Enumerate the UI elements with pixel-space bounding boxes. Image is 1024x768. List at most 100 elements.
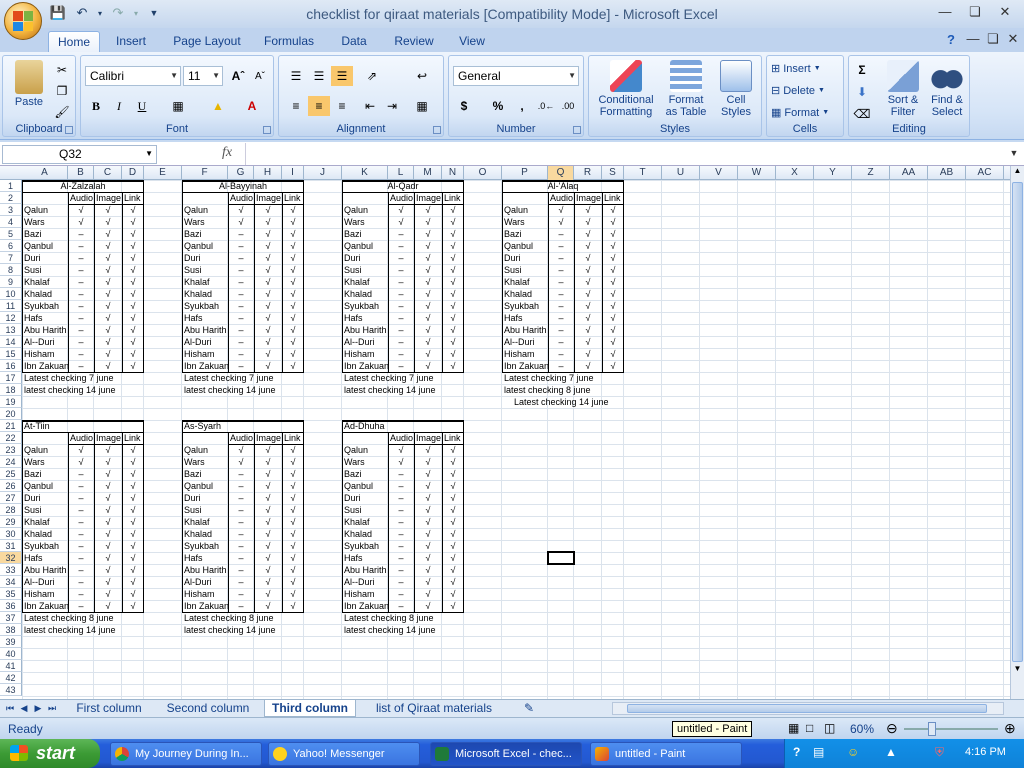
row-header[interactable]: 5 bbox=[0, 228, 22, 240]
audio-mark[interactable]: – bbox=[388, 360, 414, 372]
audio-mark[interactable]: √ bbox=[228, 216, 254, 228]
image-mark[interactable]: √ bbox=[414, 204, 442, 216]
audio-mark[interactable]: – bbox=[388, 552, 414, 564]
reciter-name[interactable]: Khalad bbox=[22, 528, 68, 540]
image-mark[interactable]: √ bbox=[414, 216, 442, 228]
row-header[interactable]: 29 bbox=[0, 516, 22, 528]
format-as-table-button[interactable]: Format as Table bbox=[661, 60, 711, 118]
hscroll-thumb[interactable] bbox=[627, 704, 987, 713]
reciter-name[interactable]: Wars bbox=[182, 216, 228, 228]
reciter-name[interactable]: Abu Harith bbox=[22, 564, 68, 576]
reciter-name[interactable]: Qalun bbox=[22, 444, 68, 456]
reciter-name[interactable]: Duri bbox=[22, 252, 68, 264]
expand-formula-icon[interactable]: ▼ bbox=[1006, 145, 1022, 163]
audio-mark[interactable]: – bbox=[228, 240, 254, 252]
link-mark[interactable]: √ bbox=[122, 324, 144, 336]
reciter-name[interactable]: Susi bbox=[502, 264, 548, 276]
reciter-name[interactable]: Abu Harith bbox=[22, 324, 68, 336]
audio-mark[interactable]: √ bbox=[68, 216, 94, 228]
column-header-R[interactable]: R bbox=[574, 166, 602, 180]
reciter-name[interactable]: Duri bbox=[182, 252, 228, 264]
row-header[interactable]: 37 bbox=[0, 612, 22, 624]
row-header[interactable]: 19 bbox=[0, 396, 22, 408]
audio-mark[interactable]: – bbox=[388, 492, 414, 504]
image-mark[interactable]: √ bbox=[414, 276, 442, 288]
audio-mark[interactable]: – bbox=[68, 564, 94, 576]
image-mark[interactable]: √ bbox=[94, 276, 122, 288]
reciter-name[interactable]: Khalad bbox=[342, 288, 388, 300]
next-sheet-nav-icon[interactable]: ▶ bbox=[32, 700, 44, 717]
italic-button[interactable]: I bbox=[108, 96, 130, 116]
image-mark[interactable]: √ bbox=[414, 288, 442, 300]
audio-mark[interactable]: – bbox=[388, 240, 414, 252]
link-mark[interactable]: √ bbox=[442, 360, 464, 372]
column-header-O[interactable]: O bbox=[464, 166, 502, 180]
row-header[interactable]: 12 bbox=[0, 312, 22, 324]
conditional-formatting-button[interactable]: Conditional Formatting bbox=[593, 60, 659, 118]
fill-color-icon[interactable]: ▲ bbox=[207, 96, 229, 116]
reciter-name[interactable]: Qanbul bbox=[182, 480, 228, 492]
restore-icon[interactable]: ❏ bbox=[960, 4, 990, 22]
link-mark[interactable]: √ bbox=[442, 468, 464, 480]
zoom-slider-thumb[interactable] bbox=[928, 722, 936, 736]
link-mark[interactable]: √ bbox=[602, 264, 624, 276]
audio-mark[interactable]: √ bbox=[68, 444, 94, 456]
image-mark[interactable]: √ bbox=[94, 204, 122, 216]
row-header[interactable]: 33 bbox=[0, 564, 22, 576]
image-mark[interactable]: √ bbox=[254, 564, 282, 576]
column-header-Z[interactable]: Z bbox=[852, 166, 890, 180]
audio-mark[interactable]: – bbox=[228, 504, 254, 516]
tab-insert[interactable]: Insert bbox=[108, 31, 154, 52]
audio-mark[interactable]: – bbox=[68, 324, 94, 336]
link-mark[interactable]: √ bbox=[442, 540, 464, 552]
image-mark[interactable]: √ bbox=[574, 252, 602, 264]
link-mark[interactable]: √ bbox=[602, 300, 624, 312]
audio-mark[interactable]: – bbox=[228, 360, 254, 372]
audio-mark[interactable]: – bbox=[548, 312, 574, 324]
column-header-I[interactable]: I bbox=[282, 166, 304, 180]
font-size-combo[interactable]: 11 ▼ bbox=[183, 66, 223, 86]
column-header-G[interactable]: G bbox=[228, 166, 254, 180]
row-header[interactable]: 31 bbox=[0, 540, 22, 552]
first-sheet-nav-icon[interactable]: ⏮ bbox=[4, 700, 16, 717]
link-mark[interactable]: √ bbox=[282, 360, 304, 372]
row-header[interactable]: 35 bbox=[0, 588, 22, 600]
audio-mark[interactable]: – bbox=[228, 348, 254, 360]
image-mark[interactable]: √ bbox=[254, 516, 282, 528]
image-mark[interactable]: √ bbox=[94, 528, 122, 540]
audio-mark[interactable]: – bbox=[228, 588, 254, 600]
checking-note[interactable]: latest checking 14 june bbox=[342, 624, 548, 636]
column-header-J[interactable]: J bbox=[304, 166, 342, 180]
column-header-F[interactable]: F bbox=[182, 166, 228, 180]
image-mark[interactable]: √ bbox=[94, 444, 122, 456]
link-mark[interactable]: √ bbox=[122, 540, 144, 552]
reciter-name[interactable]: Khalaf bbox=[502, 276, 548, 288]
audio-mark[interactable]: – bbox=[68, 336, 94, 348]
checking-note[interactable]: Latest checking 8 june bbox=[342, 612, 548, 624]
audio-mark[interactable]: – bbox=[388, 576, 414, 588]
column-header-B[interactable]: B bbox=[68, 166, 94, 180]
column-header-K[interactable]: K bbox=[342, 166, 388, 180]
reciter-name[interactable]: Syukbah bbox=[342, 300, 388, 312]
audio-mark[interactable]: – bbox=[388, 528, 414, 540]
normal-view-icon[interactable]: ▦ bbox=[788, 721, 799, 735]
workbook-close-icon[interactable]: ✕ bbox=[998, 31, 1024, 49]
row-header[interactable]: 20 bbox=[0, 408, 22, 420]
align-middle-icon[interactable]: ☰ bbox=[308, 66, 330, 86]
image-mark[interactable]: √ bbox=[414, 348, 442, 360]
reciter-name[interactable]: Qanbul bbox=[22, 240, 68, 252]
audio-mark[interactable]: – bbox=[228, 516, 254, 528]
reciter-name[interactable]: Wars bbox=[22, 216, 68, 228]
column-header-U[interactable]: U bbox=[662, 166, 700, 180]
link-mark[interactable]: √ bbox=[282, 276, 304, 288]
image-mark[interactable]: √ bbox=[254, 540, 282, 552]
reciter-name[interactable]: Duri bbox=[342, 492, 388, 504]
column-label-image[interactable]: Image bbox=[94, 192, 122, 204]
tab-home[interactable]: Home bbox=[48, 31, 100, 52]
cut-icon[interactable]: ✂ bbox=[51, 60, 73, 80]
column-header-S[interactable]: S bbox=[602, 166, 624, 180]
audio-mark[interactable]: – bbox=[548, 276, 574, 288]
taskbar-item-excel[interactable]: Microsoft Excel - chec... bbox=[430, 742, 582, 766]
audio-mark[interactable]: – bbox=[388, 540, 414, 552]
image-mark[interactable]: √ bbox=[414, 312, 442, 324]
